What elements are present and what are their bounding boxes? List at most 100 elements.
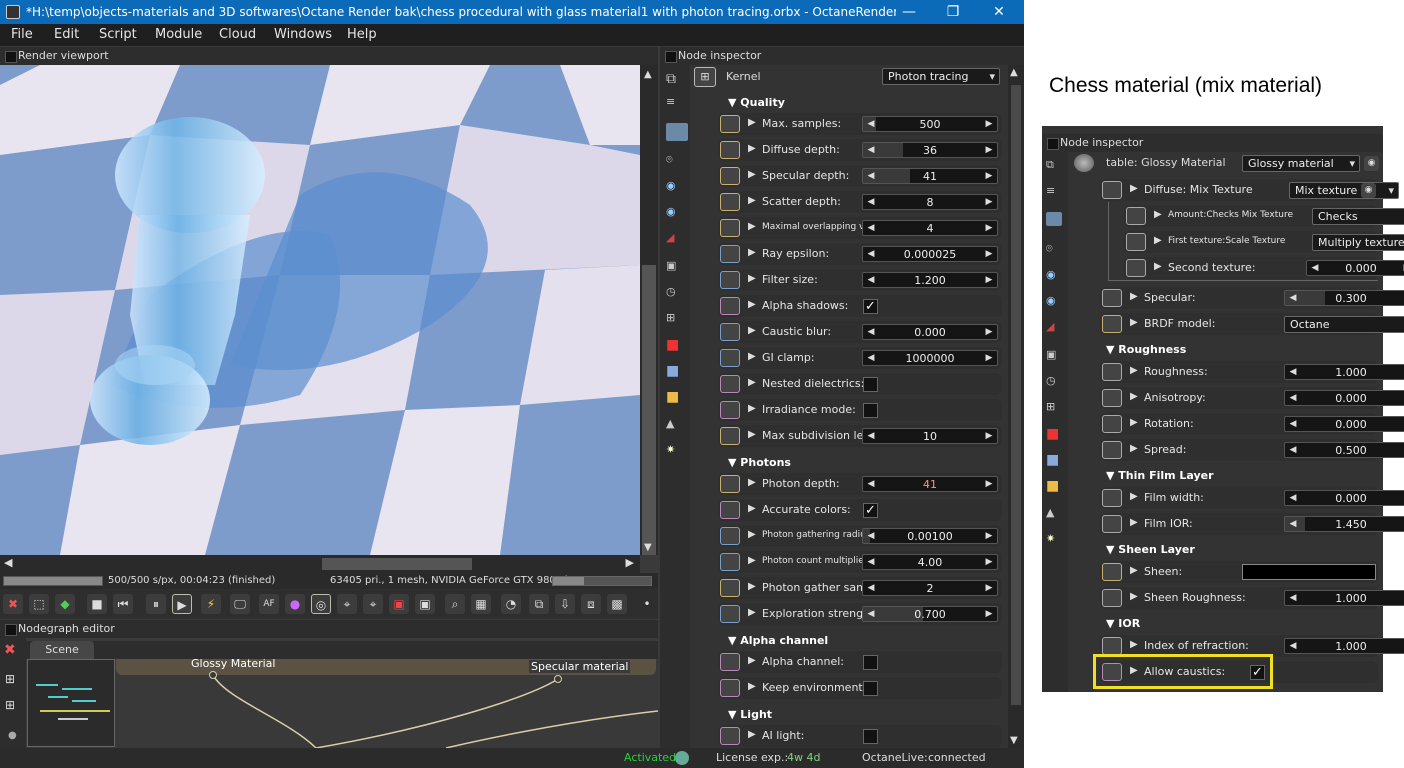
param-slider[interactable]: ◀ 0.700 ▶ xyxy=(862,606,998,622)
param-slider[interactable]: ◀0.000▶ xyxy=(862,324,998,340)
param-value[interactable]: 0.00100 xyxy=(907,530,953,543)
menu-script[interactable]: Script xyxy=(99,27,137,42)
param-checkbox[interactable] xyxy=(863,403,878,418)
arrange-icon[interactable]: ⊞ xyxy=(5,698,15,712)
param-type-icon[interactable] xyxy=(1102,389,1122,407)
param-type-icon[interactable] xyxy=(720,553,740,571)
expand-arrow-icon[interactable]: ▶ xyxy=(748,607,756,618)
expand-arrow-icon[interactable]: ▶ xyxy=(748,503,756,514)
expand-arrow-icon[interactable]: ▶ xyxy=(748,299,756,310)
clock-icon[interactable]: ◷ xyxy=(666,285,688,303)
pause-button[interactable]: ⏸ xyxy=(146,594,166,614)
export-icon[interactable]: ⇩ xyxy=(555,594,575,614)
expand-arrow-icon[interactable]: ▶ xyxy=(748,247,756,258)
expand-arrow-icon[interactable]: ▶ xyxy=(748,555,756,566)
param-dropdown[interactable]: Octane xyxy=(1284,316,1404,333)
param-slider[interactable]: ◀ 500 ▶ xyxy=(862,116,998,132)
yellow-box-icon[interactable]: ■ xyxy=(1046,478,1068,496)
transform-icon[interactable]: ⊞ xyxy=(666,311,688,329)
expand-arrow-icon[interactable]: ▶ xyxy=(748,581,756,592)
param-value[interactable]: 0.000 xyxy=(914,326,946,339)
quality-section[interactable]: ▼ Quality xyxy=(728,96,785,109)
pick-object-icon[interactable]: ▣ xyxy=(415,594,435,614)
photons-section[interactable]: ▼ Photons xyxy=(728,456,791,469)
expand-arrow-icon[interactable]: ▶ xyxy=(748,195,756,206)
param-value[interactable]: 0.300 xyxy=(1335,292,1367,305)
param-dropdown[interactable]: Multiply texture xyxy=(1312,234,1404,251)
menu-module[interactable]: Module xyxy=(155,27,202,42)
restart-button[interactable]: ⏮ xyxy=(113,594,133,614)
clock-icon[interactable]: ◷ xyxy=(1046,374,1068,392)
expand-arrow-icon[interactable]: ▶ xyxy=(1154,209,1162,220)
camera-icon[interactable]: ⌾ xyxy=(666,153,688,171)
image-icon[interactable] xyxy=(1046,212,1062,226)
param-slider[interactable]: ◀0.000▶ xyxy=(1284,490,1404,506)
transform-icon[interactable]: ⊞ xyxy=(1046,400,1068,418)
expand-arrow-icon[interactable]: ▶ xyxy=(748,655,756,666)
grid-icon[interactable]: ▦ xyxy=(471,594,491,614)
expand-arrow-icon[interactable]: ▶ xyxy=(748,351,756,362)
render-viewport[interactable] xyxy=(0,65,640,555)
eye-icon[interactable]: ◉ xyxy=(1361,183,1376,198)
param-value[interactable]: 0.000025 xyxy=(904,248,957,261)
param-value[interactable]: 0.000 xyxy=(1345,262,1377,275)
zoom-icon[interactable]: ⌕ xyxy=(445,594,465,614)
expand-arrow-icon[interactable]: ▶ xyxy=(1130,639,1138,650)
scene-icon[interactable]: ⧉ xyxy=(1046,158,1068,176)
param-type-icon[interactable] xyxy=(720,401,740,419)
param-slider[interactable]: ◀ 36 ▶ xyxy=(862,142,998,158)
expand-arrow-icon[interactable]: ▶ xyxy=(748,681,756,692)
param-type-icon[interactable] xyxy=(720,193,740,211)
param-slider[interactable]: ◀0.000▶ xyxy=(1284,416,1404,432)
param-type-icon[interactable] xyxy=(1126,233,1146,251)
expand-arrow-icon[interactable]: ▶ xyxy=(1154,235,1162,246)
param-type-icon[interactable] xyxy=(720,427,740,445)
param-value[interactable]: 1.000 xyxy=(1335,366,1367,379)
param-slider[interactable]: ◀ 0.000025 ▶ xyxy=(862,246,998,262)
list-icon[interactable]: ≡ xyxy=(1046,184,1068,202)
param-value[interactable]: 1.200 xyxy=(914,274,946,287)
param-checkbox[interactable] xyxy=(863,655,878,670)
sheen-section[interactable]: ▼ Sheen Layer xyxy=(1106,543,1195,556)
param-type-icon[interactable] xyxy=(720,167,740,185)
param-type-icon[interactable] xyxy=(1102,415,1122,433)
expand-arrow-icon[interactable]: ▶ xyxy=(1130,183,1138,194)
kernel-dropdown[interactable]: Photon tracing xyxy=(882,68,1000,85)
param-type-icon[interactable] xyxy=(720,375,740,393)
param-type-icon[interactable] xyxy=(1126,259,1146,277)
eye-icon[interactable]: ◉ xyxy=(1364,156,1379,171)
viewport-vertical-scrollbar[interactable]: ▲ ▼ xyxy=(640,65,658,555)
param-value[interactable]: 0.000 xyxy=(1335,418,1367,431)
settings-dot-icon[interactable]: ● xyxy=(8,730,17,741)
param-value[interactable]: 8 xyxy=(927,196,934,209)
copy-icon[interactable]: ⧉ xyxy=(529,594,549,614)
param-dropdown[interactable]: Checks xyxy=(1312,208,1404,225)
param-type-icon[interactable] xyxy=(1102,181,1122,199)
geometry-icon[interactable]: ◉ xyxy=(666,205,688,223)
param-value[interactable]: 4.00 xyxy=(918,556,943,569)
param-type-icon[interactable] xyxy=(720,245,740,263)
red-cube-icon[interactable]: ■ xyxy=(666,337,688,355)
maximize-button[interactable]: ❐ xyxy=(930,0,976,24)
param-type-icon[interactable] xyxy=(720,475,740,493)
param-checkbox[interactable] xyxy=(863,377,878,392)
param-value[interactable]: 36 xyxy=(923,144,937,157)
expand-arrow-icon[interactable]: ▶ xyxy=(1130,443,1138,454)
expand-arrow-icon[interactable]: ▶ xyxy=(1130,317,1138,328)
param-slider[interactable]: ◀ 4.00 ▶ xyxy=(862,554,998,570)
expand-arrow-icon[interactable]: ▶ xyxy=(1130,517,1138,528)
param-type-icon[interactable] xyxy=(720,605,740,623)
geometry-icon[interactable]: ◉ xyxy=(1046,294,1068,312)
expand-arrow-icon[interactable]: ▶ xyxy=(748,429,756,440)
pick-focus-icon[interactable]: ⌖ xyxy=(337,594,357,614)
speed-icon[interactable]: ◔ xyxy=(501,594,521,614)
scene-icon[interactable]: ⧉ xyxy=(666,71,688,89)
af-icon[interactable]: AF xyxy=(259,594,279,614)
expand-arrow-icon[interactable]: ▶ xyxy=(748,143,756,154)
param-type-icon[interactable] xyxy=(720,727,740,745)
menu-cloud[interactable]: Cloud xyxy=(219,27,256,42)
param-value[interactable]: 0.500 xyxy=(1335,444,1367,457)
expand-arrow-icon[interactable]: ▶ xyxy=(1130,417,1138,428)
param-type-icon[interactable] xyxy=(720,323,740,341)
environment-icon[interactable]: ▲ xyxy=(1046,506,1068,524)
